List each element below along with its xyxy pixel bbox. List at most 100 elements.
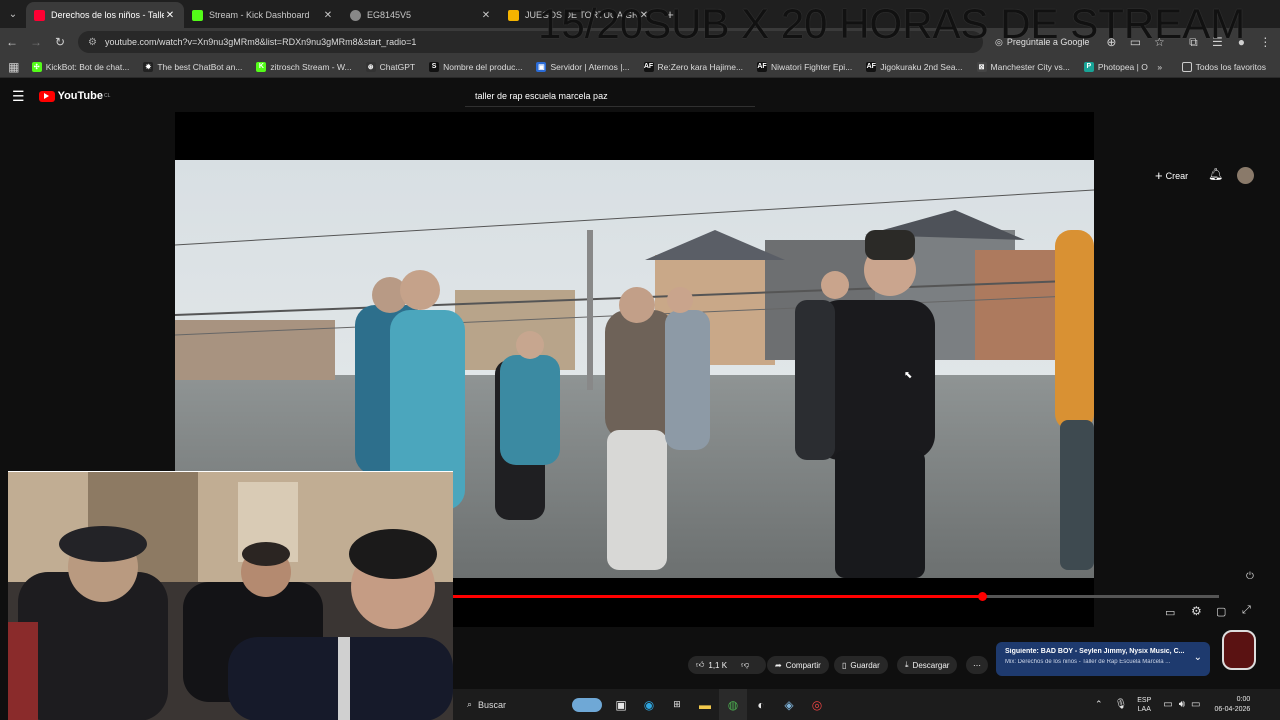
crown-favicon-icon — [508, 9, 519, 21]
calculator-icon[interactable]: ⊞ — [663, 689, 691, 720]
bookmarks-bar: ▦ ✣ KickBot: Bot de chat... ✸ The best Chat… — [0, 56, 1280, 78]
up-next-subtitle: Mix: Derechos de los niños - Taller de R… — [1005, 659, 1171, 665]
more-actions-button[interactable]: ⋯ — [966, 656, 988, 674]
reload-icon[interactable]: ↻ — [48, 35, 72, 49]
thumbs-up-icon: 👍︎ — [696, 660, 705, 669]
bookmark-favicon-icon: P — [1083, 61, 1094, 72]
create-button[interactable]: + Crear — [1155, 168, 1188, 183]
bookmark-item[interactable]: ✸ The best ChatBot an... — [143, 61, 242, 72]
kick-favicon-icon — [192, 9, 203, 21]
file-explorer-icon[interactable]: ▬ — [691, 689, 719, 720]
close-tab-icon[interactable]: ✕ — [322, 10, 334, 21]
download-icon: ⤓ — [905, 660, 909, 669]
hamburger-menu-icon[interactable]: ☰ — [12, 88, 25, 105]
apps-grid-icon[interactable]: ▦ — [2, 60, 26, 74]
bookmark-item[interactable]: S Nombre del produc... — [429, 61, 522, 72]
user-avatar[interactable] — [1237, 167, 1254, 184]
youtube-region: CL — [103, 93, 111, 99]
back-icon[interactable]: ← — [0, 35, 24, 49]
volume-icon[interactable]: 🔊︎ — [1179, 699, 1185, 710]
bookmark-item[interactable]: AF Jigokuraku 2nd Sea... — [866, 61, 963, 72]
download-button[interactable]: ⤓ Descargar — [897, 656, 958, 674]
tab-router[interactable]: EG8145V5 ✕ — [342, 2, 500, 28]
obs-icon[interactable]: ◐ — [747, 689, 775, 720]
bookmark-item[interactable]: ✣ KickBot: Bot de chat... — [31, 61, 129, 72]
save-button[interactable]: ▯ Guardar — [834, 656, 888, 674]
task-view-icon[interactable]: ▣ — [607, 689, 635, 720]
close-tab-icon[interactable]: ✕ — [164, 10, 176, 21]
youtube-logo[interactable]: YouTube CL — [38, 90, 111, 102]
browser-menu-icon[interactable]: ⋮ — [1253, 35, 1277, 49]
bookmark-item[interactable]: ▣ Servidor | Aternos |... — [536, 61, 630, 72]
stream-overlay-title: 15/20SUB X 20 HORAS DE STREAM — [538, 0, 1246, 47]
steam-icon[interactable]: ◈ — [775, 689, 803, 720]
video-progress-bar[interactable] — [453, 592, 1219, 601]
theater-mode-icon[interactable]: ▢ — [1216, 605, 1226, 618]
all-bookmarks-folder[interactable]: Todos los favoritos — [1181, 61, 1266, 72]
record-app-icon[interactable]: ◎ — [803, 689, 831, 720]
youtube-play-icon — [38, 90, 55, 102]
like-button[interactable]: 👍︎ 1,1 K — [696, 660, 727, 670]
tray-overflow-icon[interactable]: ⌃ — [1095, 699, 1103, 710]
taskbar-search[interactable]: ⌕ Buscar — [467, 694, 567, 716]
bookmark-favicon-icon: ⊛ — [365, 61, 376, 72]
url-text: youtube.com/watch?v=Xn9nu3gMRm8&list=RDX… — [104, 37, 417, 47]
display-icon[interactable]: ▭ — [1163, 699, 1172, 710]
up-next-title: Siguiente: BAD BOY - Seylen Jimmy, Nysix… — [1005, 648, 1185, 655]
bookmark-item[interactable]: AF Niwatori Fighter Epi... — [757, 61, 852, 72]
tab-youtube[interactable]: Derechos de los niños - Taller d ✕ — [26, 2, 184, 28]
clock[interactable]: 0:00 06-04-2026 — [1214, 695, 1250, 715]
subtitles-icon[interactable]: ▭ — [1165, 606, 1175, 619]
chrome-icon[interactable]: ◍ — [719, 689, 747, 720]
tab-search-button[interactable]: ⌄ — [0, 0, 26, 28]
folder-icon — [1181, 61, 1192, 72]
dislike-button[interactable]: 👎︎ — [741, 660, 749, 670]
streamer-mascot-icon — [1222, 630, 1256, 670]
windows-taskbar: ⌕ Buscar ▣ ◉ ⊞ ▬ ◍ ◐ ◈ ◎ ⌃ 🎙 ESP LAA ▭ 🔊… — [453, 689, 1280, 720]
autoplay-toggle-icon[interactable]: ⏻ — [1246, 571, 1254, 582]
settings-gear-icon[interactable]: ⚙ — [1191, 604, 1202, 618]
search-input[interactable]: taller de rap escuela marcela paz — [465, 85, 755, 107]
share-icon: ➦ — [775, 660, 782, 670]
tab-title: Derechos de los niños - Taller d — [51, 10, 164, 20]
bookmark-item[interactable]: ⊛ ChatGPT — [365, 61, 416, 72]
bookmark-item[interactable]: Kzitrosch Stream - W... — [256, 61, 352, 72]
site-info-icon[interactable]: ⚙ — [88, 37, 97, 48]
bookmark-favicon-icon: ▣ — [536, 61, 547, 72]
video-progress-played — [453, 595, 982, 598]
chevron-down-icon[interactable]: ⌄ — [1194, 652, 1202, 663]
bookmark-label: Servidor | Aternos |... — [550, 61, 630, 72]
tab-kick-dashboard[interactable]: Stream - Kick Dashboard ✕ — [184, 2, 342, 28]
close-tab-icon[interactable]: ✕ — [480, 10, 492, 21]
input-language[interactable]: ESP LAA — [1137, 696, 1151, 714]
tab-title: EG8145V5 — [367, 10, 412, 20]
bookmark-item[interactable]: PPhotopea | Online P... — [1083, 61, 1148, 72]
bookmark-label: ChatGPT — [379, 61, 416, 72]
share-label: Compartir — [785, 660, 821, 670]
fullscreen-icon[interactable]: ⤢ — [1242, 604, 1251, 617]
youtube-favicon-icon — [34, 9, 45, 21]
like-dislike-group: 👍︎ 1,1 K 👎︎ — [688, 656, 766, 674]
bookmark-label: Photopea | Online P... — [1097, 61, 1148, 72]
bookmark-item[interactable]: ⊠ Manchester City vs... — [976, 61, 1070, 72]
share-button[interactable]: ➦ Compartir — [767, 656, 829, 674]
bookmark-label: Re:Zero kara Hajime... — [657, 61, 744, 72]
bookmark-item[interactable]: AF Re:Zero kara Hajime... — [643, 61, 744, 72]
edge-icon[interactable]: ◉ — [635, 689, 663, 720]
bookmark-list: ✣ KickBot: Bot de chat... ✸ The best ChatBo… — [31, 61, 1148, 72]
video-scrubber-handle[interactable] — [977, 592, 987, 601]
microphone-tray-icon[interactable]: 🎙 — [1115, 699, 1128, 710]
up-next-card[interactable]: Siguiente: BAD BOY - Seylen Jimmy, Nysix… — [996, 642, 1210, 676]
taskbar-search-label: Buscar — [478, 699, 507, 710]
notifications-bell-icon[interactable]: 🔔︎ — [1208, 167, 1223, 181]
bookmarks-overflow-icon[interactable]: » — [1148, 62, 1172, 72]
bookmark-label: zitrosch Stream - W... — [270, 61, 352, 72]
search-query: taller de rap escuela marcela paz — [475, 90, 608, 101]
search-icon: ⌕ — [467, 699, 473, 709]
webcam-overlay — [8, 471, 453, 720]
battery-icon[interactable]: ▭ — [1191, 699, 1200, 710]
create-label: Crear — [1165, 170, 1189, 181]
weather-widget-icon[interactable] — [567, 689, 607, 720]
forward-icon[interactable]: → — [24, 35, 48, 49]
tab-title: Stream - Kick Dashboard — [209, 10, 310, 20]
